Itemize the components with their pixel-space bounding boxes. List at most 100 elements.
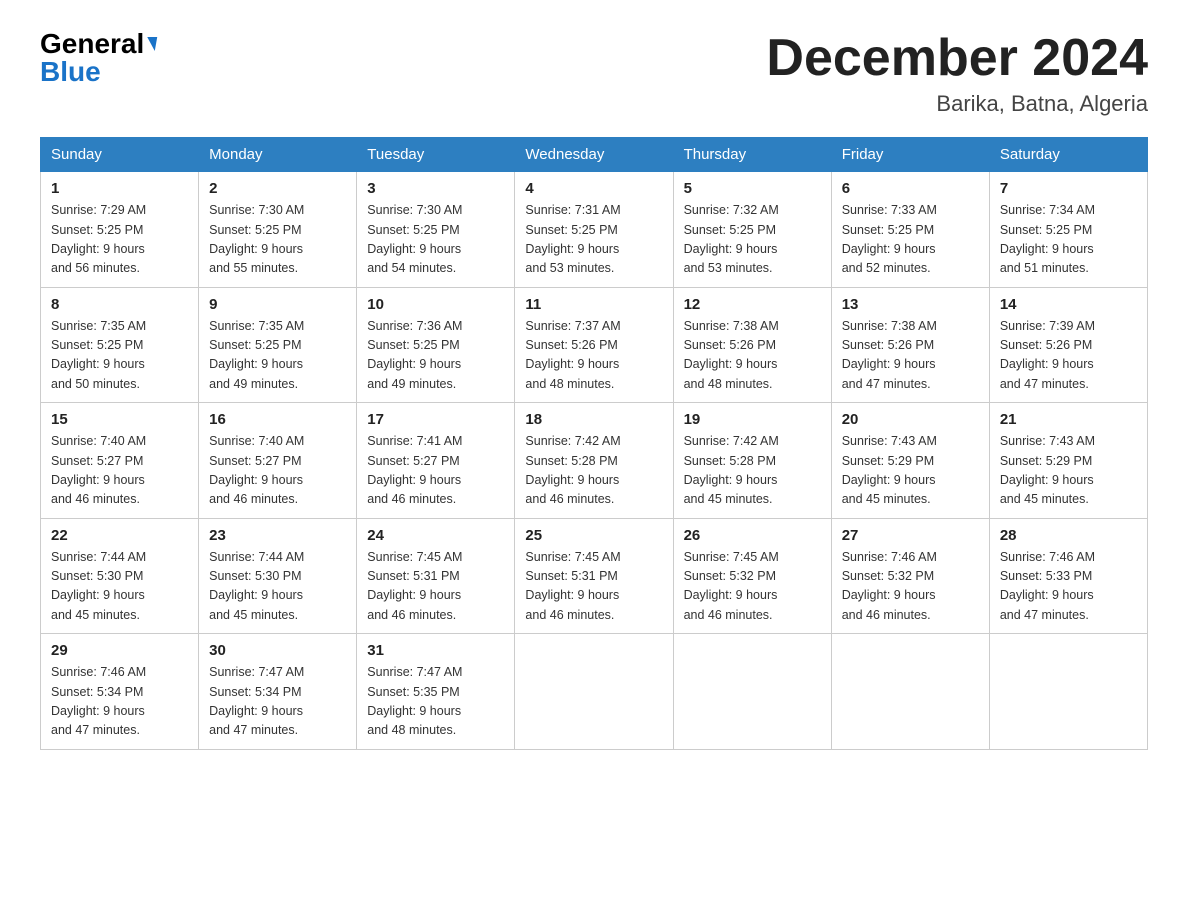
calendar-week-row: 8 Sunrise: 7:35 AMSunset: 5:25 PMDayligh… bbox=[41, 287, 1148, 403]
col-saturday: Saturday bbox=[989, 138, 1147, 172]
day-info: Sunrise: 7:46 AMSunset: 5:34 PMDaylight:… bbox=[51, 663, 188, 741]
table-row: 5 Sunrise: 7:32 AMSunset: 5:25 PMDayligh… bbox=[673, 172, 831, 288]
day-number: 11 bbox=[525, 296, 662, 313]
calendar-week-row: 29 Sunrise: 7:46 AMSunset: 5:34 PMDaylig… bbox=[41, 634, 1148, 750]
col-thursday: Thursday bbox=[673, 138, 831, 172]
day-info: Sunrise: 7:43 AMSunset: 5:29 PMDaylight:… bbox=[842, 432, 979, 510]
table-row: 19 Sunrise: 7:42 AMSunset: 5:28 PMDaylig… bbox=[673, 403, 831, 519]
day-info: Sunrise: 7:33 AMSunset: 5:25 PMDaylight:… bbox=[842, 201, 979, 279]
table-row: 12 Sunrise: 7:38 AMSunset: 5:26 PMDaylig… bbox=[673, 287, 831, 403]
day-info: Sunrise: 7:38 AMSunset: 5:26 PMDaylight:… bbox=[684, 317, 821, 395]
day-info: Sunrise: 7:39 AMSunset: 5:26 PMDaylight:… bbox=[1000, 317, 1137, 395]
day-number: 24 bbox=[367, 527, 504, 544]
location-subtitle: Barika, Batna, Algeria bbox=[766, 91, 1148, 117]
day-number: 18 bbox=[525, 411, 662, 428]
day-info: Sunrise: 7:32 AMSunset: 5:25 PMDaylight:… bbox=[684, 201, 821, 279]
table-row: 25 Sunrise: 7:45 AMSunset: 5:31 PMDaylig… bbox=[515, 518, 673, 634]
table-row: 27 Sunrise: 7:46 AMSunset: 5:32 PMDaylig… bbox=[831, 518, 989, 634]
table-row: 28 Sunrise: 7:46 AMSunset: 5:33 PMDaylig… bbox=[989, 518, 1147, 634]
day-number: 29 bbox=[51, 642, 188, 659]
table-row: 15 Sunrise: 7:40 AMSunset: 5:27 PMDaylig… bbox=[41, 403, 199, 519]
table-row: 2 Sunrise: 7:30 AMSunset: 5:25 PMDayligh… bbox=[199, 172, 357, 288]
table-row: 14 Sunrise: 7:39 AMSunset: 5:26 PMDaylig… bbox=[989, 287, 1147, 403]
day-info: Sunrise: 7:44 AMSunset: 5:30 PMDaylight:… bbox=[209, 548, 346, 626]
day-info: Sunrise: 7:35 AMSunset: 5:25 PMDaylight:… bbox=[209, 317, 346, 395]
table-row: 23 Sunrise: 7:44 AMSunset: 5:30 PMDaylig… bbox=[199, 518, 357, 634]
day-number: 23 bbox=[209, 527, 346, 544]
title-section: December 2024 Barika, Batna, Algeria bbox=[766, 30, 1148, 117]
day-number: 16 bbox=[209, 411, 346, 428]
day-info: Sunrise: 7:41 AMSunset: 5:27 PMDaylight:… bbox=[367, 432, 504, 510]
table-row: 9 Sunrise: 7:35 AMSunset: 5:25 PMDayligh… bbox=[199, 287, 357, 403]
page-header: General Blue December 2024 Barika, Batna… bbox=[40, 30, 1148, 117]
day-number: 28 bbox=[1000, 527, 1137, 544]
table-row: 13 Sunrise: 7:38 AMSunset: 5:26 PMDaylig… bbox=[831, 287, 989, 403]
table-row: 26 Sunrise: 7:45 AMSunset: 5:32 PMDaylig… bbox=[673, 518, 831, 634]
calendar-week-row: 15 Sunrise: 7:40 AMSunset: 5:27 PMDaylig… bbox=[41, 403, 1148, 519]
col-monday: Monday bbox=[199, 138, 357, 172]
col-sunday: Sunday bbox=[41, 138, 199, 172]
day-info: Sunrise: 7:34 AMSunset: 5:25 PMDaylight:… bbox=[1000, 201, 1137, 279]
day-number: 15 bbox=[51, 411, 188, 428]
col-friday: Friday bbox=[831, 138, 989, 172]
table-row: 10 Sunrise: 7:36 AMSunset: 5:25 PMDaylig… bbox=[357, 287, 515, 403]
logo-blue-text: Blue bbox=[40, 58, 101, 86]
logo-arrow-icon bbox=[145, 37, 157, 51]
table-row: 16 Sunrise: 7:40 AMSunset: 5:27 PMDaylig… bbox=[199, 403, 357, 519]
calendar-week-row: 1 Sunrise: 7:29 AMSunset: 5:25 PMDayligh… bbox=[41, 172, 1148, 288]
day-number: 10 bbox=[367, 296, 504, 313]
calendar-header-row: Sunday Monday Tuesday Wednesday Thursday… bbox=[41, 138, 1148, 172]
day-info: Sunrise: 7:37 AMSunset: 5:26 PMDaylight:… bbox=[525, 317, 662, 395]
day-number: 27 bbox=[842, 527, 979, 544]
day-number: 7 bbox=[1000, 180, 1137, 197]
day-info: Sunrise: 7:46 AMSunset: 5:33 PMDaylight:… bbox=[1000, 548, 1137, 626]
day-info: Sunrise: 7:45 AMSunset: 5:31 PMDaylight:… bbox=[367, 548, 504, 626]
day-info: Sunrise: 7:46 AMSunset: 5:32 PMDaylight:… bbox=[842, 548, 979, 626]
day-info: Sunrise: 7:29 AMSunset: 5:25 PMDaylight:… bbox=[51, 201, 188, 279]
table-row: 31 Sunrise: 7:47 AMSunset: 5:35 PMDaylig… bbox=[357, 634, 515, 750]
month-year-title: December 2024 bbox=[766, 30, 1148, 87]
table-row: 8 Sunrise: 7:35 AMSunset: 5:25 PMDayligh… bbox=[41, 287, 199, 403]
table-row bbox=[515, 634, 673, 750]
day-number: 31 bbox=[367, 642, 504, 659]
day-number: 22 bbox=[51, 527, 188, 544]
table-row: 29 Sunrise: 7:46 AMSunset: 5:34 PMDaylig… bbox=[41, 634, 199, 750]
col-tuesday: Tuesday bbox=[357, 138, 515, 172]
logo-general-text: General bbox=[40, 30, 144, 58]
table-row: 4 Sunrise: 7:31 AMSunset: 5:25 PMDayligh… bbox=[515, 172, 673, 288]
calendar-table: Sunday Monday Tuesday Wednesday Thursday… bbox=[40, 137, 1148, 750]
day-info: Sunrise: 7:42 AMSunset: 5:28 PMDaylight:… bbox=[684, 432, 821, 510]
day-number: 8 bbox=[51, 296, 188, 313]
day-number: 3 bbox=[367, 180, 504, 197]
table-row bbox=[673, 634, 831, 750]
table-row: 24 Sunrise: 7:45 AMSunset: 5:31 PMDaylig… bbox=[357, 518, 515, 634]
day-number: 19 bbox=[684, 411, 821, 428]
calendar-week-row: 22 Sunrise: 7:44 AMSunset: 5:30 PMDaylig… bbox=[41, 518, 1148, 634]
table-row bbox=[989, 634, 1147, 750]
day-info: Sunrise: 7:38 AMSunset: 5:26 PMDaylight:… bbox=[842, 317, 979, 395]
day-number: 1 bbox=[51, 180, 188, 197]
table-row: 17 Sunrise: 7:41 AMSunset: 5:27 PMDaylig… bbox=[357, 403, 515, 519]
table-row: 30 Sunrise: 7:47 AMSunset: 5:34 PMDaylig… bbox=[199, 634, 357, 750]
day-info: Sunrise: 7:47 AMSunset: 5:34 PMDaylight:… bbox=[209, 663, 346, 741]
day-info: Sunrise: 7:30 AMSunset: 5:25 PMDaylight:… bbox=[367, 201, 504, 279]
day-info: Sunrise: 7:45 AMSunset: 5:32 PMDaylight:… bbox=[684, 548, 821, 626]
day-number: 2 bbox=[209, 180, 346, 197]
col-wednesday: Wednesday bbox=[515, 138, 673, 172]
table-row: 20 Sunrise: 7:43 AMSunset: 5:29 PMDaylig… bbox=[831, 403, 989, 519]
day-info: Sunrise: 7:45 AMSunset: 5:31 PMDaylight:… bbox=[525, 548, 662, 626]
day-info: Sunrise: 7:30 AMSunset: 5:25 PMDaylight:… bbox=[209, 201, 346, 279]
day-number: 9 bbox=[209, 296, 346, 313]
day-number: 30 bbox=[209, 642, 346, 659]
table-row: 3 Sunrise: 7:30 AMSunset: 5:25 PMDayligh… bbox=[357, 172, 515, 288]
day-info: Sunrise: 7:42 AMSunset: 5:28 PMDaylight:… bbox=[525, 432, 662, 510]
logo: General Blue bbox=[40, 30, 156, 86]
table-row: 1 Sunrise: 7:29 AMSunset: 5:25 PMDayligh… bbox=[41, 172, 199, 288]
day-number: 20 bbox=[842, 411, 979, 428]
day-number: 4 bbox=[525, 180, 662, 197]
day-info: Sunrise: 7:43 AMSunset: 5:29 PMDaylight:… bbox=[1000, 432, 1137, 510]
table-row: 11 Sunrise: 7:37 AMSunset: 5:26 PMDaylig… bbox=[515, 287, 673, 403]
day-info: Sunrise: 7:35 AMSunset: 5:25 PMDaylight:… bbox=[51, 317, 188, 395]
day-number: 14 bbox=[1000, 296, 1137, 313]
table-row bbox=[831, 634, 989, 750]
